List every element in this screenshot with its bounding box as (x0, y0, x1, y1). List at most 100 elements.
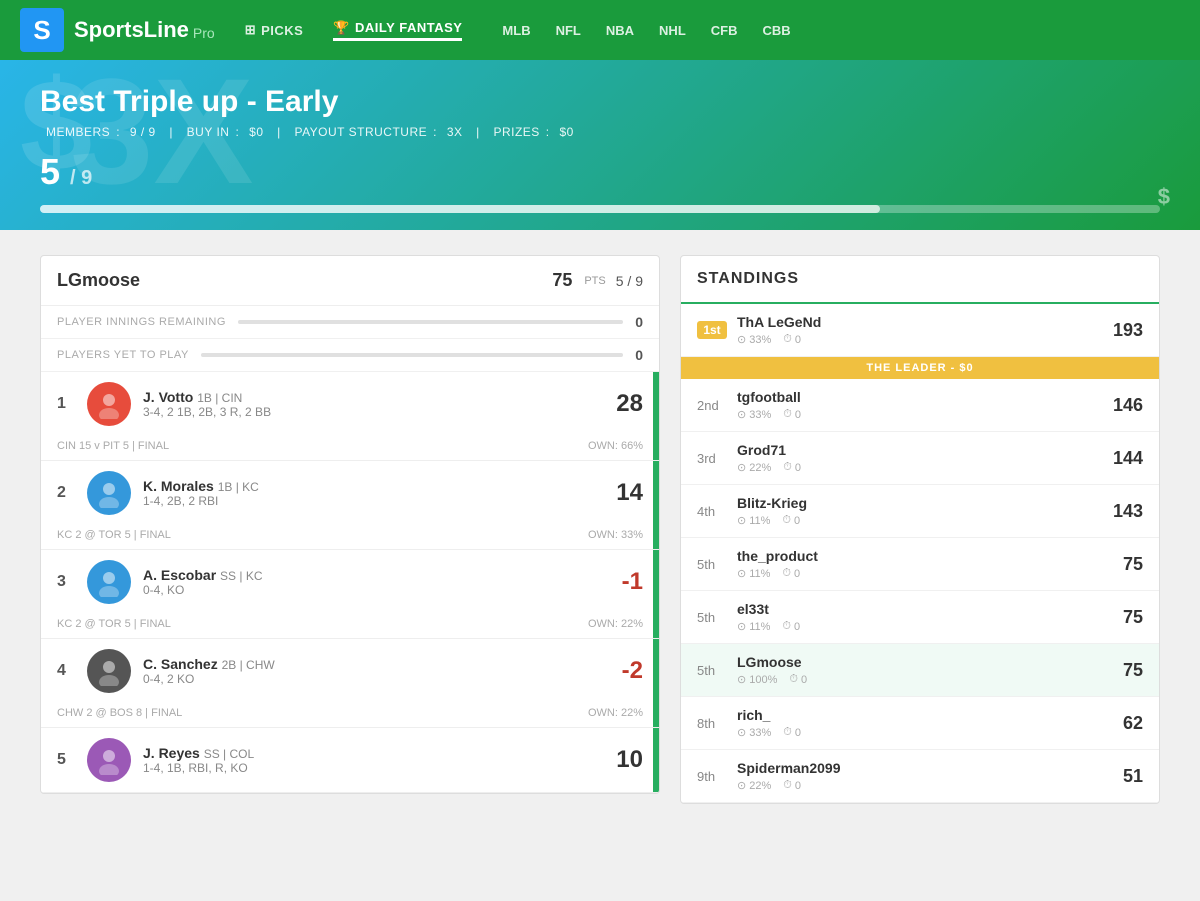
standing-info: Grod71 22% 0 (737, 442, 1103, 474)
contest-title: Best Triple up - Early (40, 85, 1160, 119)
standing-info: Blitz-Krieg 11% 0 (737, 495, 1103, 527)
player-footer: CIN 15 v PIT 5 | FINAL OWN: 66% (41, 436, 659, 460)
standing-clock: 0 (789, 673, 807, 686)
standing-row-8: 8th rich_ 33% 0 62 (681, 697, 1159, 750)
standings-card: STANDINGS 1st ThA LeGeNd 33% 0 193 THE L… (680, 255, 1160, 804)
nav-daily-fantasy[interactable]: 🏆 DAILY FANTASY (333, 20, 462, 41)
nav-nfl[interactable]: NFL (556, 23, 581, 38)
yet-to-play-bar (201, 353, 623, 357)
standing-rank: 9th (697, 769, 727, 784)
standing-clock: 0 (783, 333, 801, 346)
standing-row-3: 3rd Grod71 22% 0 144 (681, 432, 1159, 485)
standing-pct: 33% (737, 726, 771, 739)
player-name: J. Votto 1B | CIN (143, 389, 591, 405)
standing-score: 75 (1123, 660, 1143, 681)
player-row-5: 5 J. Reyes SS | COL 1-4, 1B, RBI, R, KO … (41, 728, 659, 793)
standing-sub: 11% 0 (737, 514, 1103, 527)
standing-sub: 22% 0 (737, 461, 1103, 474)
player-info: J. Reyes SS | COL 1-4, 1B, RBI, R, KO (143, 745, 591, 775)
team-name: LGmoose (57, 270, 140, 291)
standing-score: 75 (1123, 607, 1143, 628)
standing-rank: 5th (697, 663, 727, 678)
player-stats: 1-4, 1B, RBI, R, KO (143, 761, 591, 775)
nav-nhl[interactable]: NHL (659, 23, 686, 38)
standing-score: 193 (1113, 320, 1143, 341)
hero-score: 5 / 9 (40, 151, 1160, 193)
standing-rank: 4th (697, 504, 727, 519)
player-game: KC 2 @ TOR 5 | FINAL (57, 618, 171, 630)
standing-clock: 0 (783, 408, 801, 421)
standing-rank: 8th (697, 716, 727, 731)
standing-name: Blitz-Krieg (737, 495, 1103, 511)
player-name: C. Sanchez 2B | CHW (143, 656, 591, 672)
player-name: J. Reyes SS | COL (143, 745, 591, 761)
player-own: OWN: 66% (588, 440, 643, 452)
standing-clock: 0 (783, 726, 801, 739)
standing-clock: 0 (782, 567, 800, 580)
standing-score: 75 (1123, 554, 1143, 575)
standings-container: 1st ThA LeGeNd 33% 0 193 THE LEADER - $0… (681, 304, 1159, 803)
nav-mlb[interactable]: MLB (502, 23, 530, 38)
standing-row-6: 5th el33t 11% 0 75 (681, 591, 1159, 644)
standing-name: ThA LeGeNd (737, 314, 1103, 330)
standing-info: rich_ 33% 0 (737, 707, 1113, 739)
hero-banner: $ 3X Best Triple up - Early MEMBERS: 9 /… (0, 60, 1200, 230)
standing-pct: 11% (737, 620, 770, 633)
standing-row-5: 5th the_product 11% 0 75 (681, 538, 1159, 591)
player-main: 5 J. Reyes SS | COL 1-4, 1B, RBI, R, KO … (41, 728, 659, 792)
player-score: -1 (603, 568, 643, 596)
grid-icon: ⊞ (245, 22, 256, 38)
player-num: 3 (57, 573, 75, 591)
player-num: 1 (57, 395, 75, 413)
nav-nba[interactable]: NBA (606, 23, 634, 38)
left-panel: LGmoose 75 PTS 5 / 9 PLAYER INNINGS REMA… (40, 255, 660, 804)
yet-to-play-value: 0 (635, 347, 643, 363)
standings-header: STANDINGS (681, 256, 1159, 304)
player-num: 5 (57, 751, 75, 769)
standing-name: LGmoose (737, 654, 1113, 670)
bg-3x: 3X (70, 60, 253, 218)
player-bar (653, 639, 659, 727)
innings-row: PLAYER INNINGS REMAINING 0 (41, 306, 659, 339)
player-num: 2 (57, 484, 75, 502)
contest-meta: MEMBERS: 9 / 9 | BUY IN: $0 | PAYOUT STR… (40, 125, 1160, 139)
player-num: 4 (57, 662, 75, 680)
player-row-2: 2 K. Morales 1B | KC 1-4, 2B, 2 RBI 14 K… (41, 461, 659, 550)
standings-title: STANDINGS (697, 270, 799, 287)
standing-name: Spiderman2099 (737, 760, 1113, 776)
nav-cbb[interactable]: CBB (762, 23, 790, 38)
standing-pct: 11% (737, 514, 770, 527)
player-game: CIN 15 v PIT 5 | FINAL (57, 440, 169, 452)
prizes-value: $0 (559, 125, 573, 139)
player-bar (653, 372, 659, 460)
logo-text: SportsLine (74, 17, 189, 43)
standing-pct: 100% (737, 673, 777, 686)
standing-name: the_product (737, 548, 1113, 564)
standing-rank: 5th (697, 610, 727, 625)
standing-score: 144 (1113, 448, 1143, 469)
buyin-label: BUY IN (187, 125, 230, 139)
team-card: LGmoose 75 PTS 5 / 9 PLAYER INNINGS REMA… (40, 255, 660, 794)
player-info: C. Sanchez 2B | CHW 0-4, 2 KO (143, 656, 591, 686)
player-score: 10 (603, 746, 643, 774)
standing-score: 146 (1113, 395, 1143, 416)
player-row-3: 3 A. Escobar SS | KC 0-4, KO -1 KC 2 @ T… (41, 550, 659, 639)
standing-info: LGmoose 100% 0 (737, 654, 1113, 686)
standing-clock: 0 (782, 514, 800, 527)
standing-info: tgfootball 33% 0 (737, 389, 1103, 421)
players-container: 1 J. Votto 1B | CIN 3-4, 2 1B, 2B, 3 R, … (41, 372, 659, 793)
player-bar (653, 728, 659, 792)
standing-sub: 33% 0 (737, 333, 1103, 346)
standing-score: 62 (1123, 713, 1143, 734)
nav-picks[interactable]: ⊞ PICKS (245, 22, 304, 38)
standing-score: 143 (1113, 501, 1143, 522)
player-bar (653, 550, 659, 638)
header-nav: ⊞ PICKS 🏆 DAILY FANTASY (245, 20, 463, 41)
payout-label: PAYOUT STRUCTURE (294, 125, 427, 139)
standing-pct: 33% (737, 333, 771, 346)
standing-sub: 33% 0 (737, 726, 1113, 739)
player-score: 28 (603, 390, 643, 418)
innings-bar (238, 320, 623, 324)
standing-info: ThA LeGeNd 33% 0 (737, 314, 1103, 346)
nav-cfb[interactable]: CFB (711, 23, 738, 38)
